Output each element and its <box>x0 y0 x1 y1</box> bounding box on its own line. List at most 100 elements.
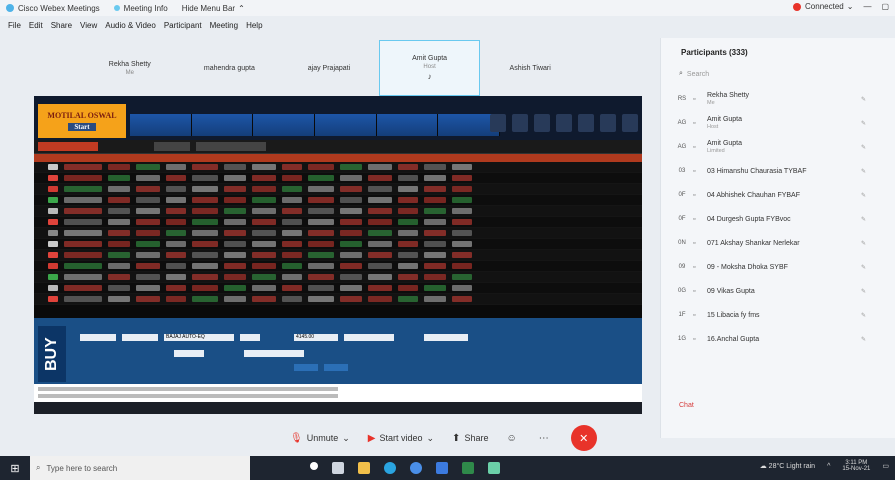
store-icon[interactable] <box>436 462 448 474</box>
task-view-icon[interactable] <box>332 462 344 474</box>
taskbar-search[interactable]: ⌕ Type here to search <box>30 456 250 480</box>
exchange-select[interactable] <box>154 142 190 151</box>
participant-row[interactable]: AG ▫ Amit Gupta Limited ✎ <box>661 136 895 158</box>
minimize-icon[interactable]: — <box>863 2 871 11</box>
cortana-icon[interactable] <box>310 462 318 470</box>
participant-row[interactable]: 0N ▫ 071 Akshay Shankar Nerlekar ✎ <box>661 232 895 254</box>
annotate-permission-icon[interactable]: ✎ <box>861 264 866 271</box>
excel-icon[interactable] <box>462 462 474 474</box>
meeting-info-button[interactable]: Meeting Info <box>113 4 168 13</box>
annotate-permission-icon[interactable]: ✎ <box>861 288 866 295</box>
participant-search[interactable]: ⌕ Search <box>679 70 709 78</box>
annotate-permission-icon[interactable]: ✎ <box>861 312 866 319</box>
annotate-permission-icon[interactable]: ✎ <box>861 168 866 175</box>
annotate-permission-icon[interactable]: ✎ <box>861 192 866 199</box>
connection-status[interactable]: Connected ⌄ <box>793 2 853 11</box>
menu-share[interactable]: Share <box>51 21 72 30</box>
participant-row[interactable]: 0F ▫ 04 Durgesh Gupta FYBvoc ✎ <box>661 208 895 230</box>
tray-chevron-icon[interactable]: ^ <box>827 463 830 470</box>
market-watch-row[interactable] <box>34 272 642 283</box>
annotate-permission-icon[interactable]: ✎ <box>861 144 866 151</box>
scrip-select[interactable] <box>196 142 266 151</box>
market-watch-row[interactable] <box>34 294 642 305</box>
market-watch-row[interactable] <box>34 195 642 206</box>
participant-row[interactable]: RS ▫ Rekha Shetty Me ✎ <box>661 88 895 110</box>
restore-icon[interactable]: ▢ <box>881 2 889 11</box>
app-tool-button[interactable] <box>556 114 572 132</box>
participant-row[interactable]: 09 ▫ 09 - Moksha Dhoka SYBF ✎ <box>661 256 895 278</box>
market-watch-cell <box>398 230 418 236</box>
market-watch-row[interactable] <box>34 283 642 294</box>
notification-icon[interactable]: ▭ <box>882 462 889 470</box>
validity-field[interactable] <box>424 334 468 341</box>
video-tile-mahendra[interactable]: mahendra gupta <box>180 40 280 96</box>
menu-meeting[interactable]: Meeting <box>210 21 238 30</box>
video-tile-ashish[interactable]: Ashish Tiwari <box>480 40 580 96</box>
more-options-button[interactable]: ⋯ <box>539 433 553 444</box>
menu-help[interactable]: Help <box>246 21 262 30</box>
menu-view[interactable]: View <box>80 21 97 30</box>
menu-file[interactable]: File <box>8 21 21 30</box>
start-button[interactable]: Start <box>68 123 96 131</box>
price-field[interactable]: 4145.00 <box>294 334 338 341</box>
product-field[interactable] <box>122 334 158 341</box>
app-tool-button[interactable] <box>534 114 550 132</box>
watchlist-tab[interactable] <box>38 142 98 151</box>
market-watch-row[interactable] <box>34 217 642 228</box>
participant-row[interactable]: 1F ▫ 15 Libacia fy fms ✎ <box>661 304 895 326</box>
quantity-field[interactable] <box>240 334 260 341</box>
reactions-button[interactable]: ☺ <box>506 433 520 444</box>
start-video-button[interactable]: ▶ Start video ⌄ <box>368 433 434 444</box>
file-explorer-icon[interactable] <box>358 462 370 474</box>
windows-start-icon[interactable]: ⊞ <box>0 462 30 475</box>
unmute-button[interactable]: 🎙 Unmute ⌄ <box>290 433 350 444</box>
app-tool-button[interactable] <box>578 114 594 132</box>
trigger-field[interactable] <box>344 334 394 341</box>
market-watch-cell <box>252 164 276 170</box>
app-tool-button[interactable] <box>600 114 616 132</box>
market-watch-cell <box>308 175 334 181</box>
reset-order-button[interactable] <box>324 364 348 371</box>
market-watch-row[interactable] <box>34 184 642 195</box>
order-type-field[interactable] <box>80 334 116 341</box>
market-watch-row[interactable] <box>34 206 642 217</box>
menu-audio-video[interactable]: Audio & Video <box>105 21 156 30</box>
annotate-permission-icon[interactable]: ✎ <box>861 216 866 223</box>
webex-taskbar-icon[interactable] <box>488 462 500 474</box>
menu-edit[interactable]: Edit <box>29 21 43 30</box>
submit-order-button[interactable] <box>294 364 318 371</box>
app-tool-button[interactable] <box>622 114 638 132</box>
market-watch-row[interactable] <box>34 228 642 239</box>
hide-menu-bar-button[interactable]: Hide Menu Bar ⌃ <box>182 4 245 13</box>
video-tile-ajay[interactable]: ajay Prajapati <box>279 40 379 96</box>
share-button[interactable]: ⬆ Share <box>452 433 488 444</box>
chat-tab[interactable]: Chat <box>679 402 694 409</box>
participant-row[interactable]: 0G ▫ 09 Vikas Gupta ✎ <box>661 280 895 302</box>
menu-participant[interactable]: Participant <box>164 21 202 30</box>
participant-row[interactable]: 0F ▫ 04 Abhishek Chauhan FYBAF ✎ <box>661 184 895 206</box>
disclosed-field[interactable] <box>174 350 204 357</box>
app-tool-button[interactable] <box>490 114 506 132</box>
annotate-permission-icon[interactable]: ✎ <box>861 96 866 103</box>
leave-meeting-button[interactable]: ✕ <box>570 425 597 451</box>
market-watch-row[interactable] <box>34 250 642 261</box>
market-watch-row[interactable] <box>34 261 642 272</box>
taskbar-clock[interactable]: 3:11 PM 15-Nov-21 <box>842 460 870 472</box>
order-option-field[interactable] <box>244 350 304 357</box>
video-tile-rekha[interactable]: Rekha Shetty Me <box>80 40 180 96</box>
market-watch-row[interactable] <box>34 162 642 173</box>
participant-row[interactable]: 03 ▫ 03 Himanshu Chaurasia TYBAF ✎ <box>661 160 895 182</box>
weather-widget[interactable]: ☁ 28°C Light rain <box>760 462 815 470</box>
chrome-icon[interactable] <box>410 462 422 474</box>
app-tool-button[interactable] <box>512 114 528 132</box>
market-watch-row[interactable] <box>34 239 642 250</box>
scrip-field[interactable]: BAJAJ AUTO-EQ <box>164 334 234 341</box>
video-tile-amit-active[interactable]: Amit Gupta Host ♪ <box>378 40 481 96</box>
edge-icon[interactable] <box>384 462 396 474</box>
annotate-permission-icon[interactable]: ✎ <box>861 336 866 343</box>
market-watch-row[interactable] <box>34 173 642 184</box>
participant-row[interactable]: AG ▫ Amit Gupta Host ✎ <box>661 112 895 134</box>
annotate-permission-icon[interactable]: ✎ <box>861 120 866 127</box>
participant-row[interactable]: 1G ▫ 16.Anchal Gupta ✎ <box>661 328 895 350</box>
annotate-permission-icon[interactable]: ✎ <box>861 240 866 247</box>
